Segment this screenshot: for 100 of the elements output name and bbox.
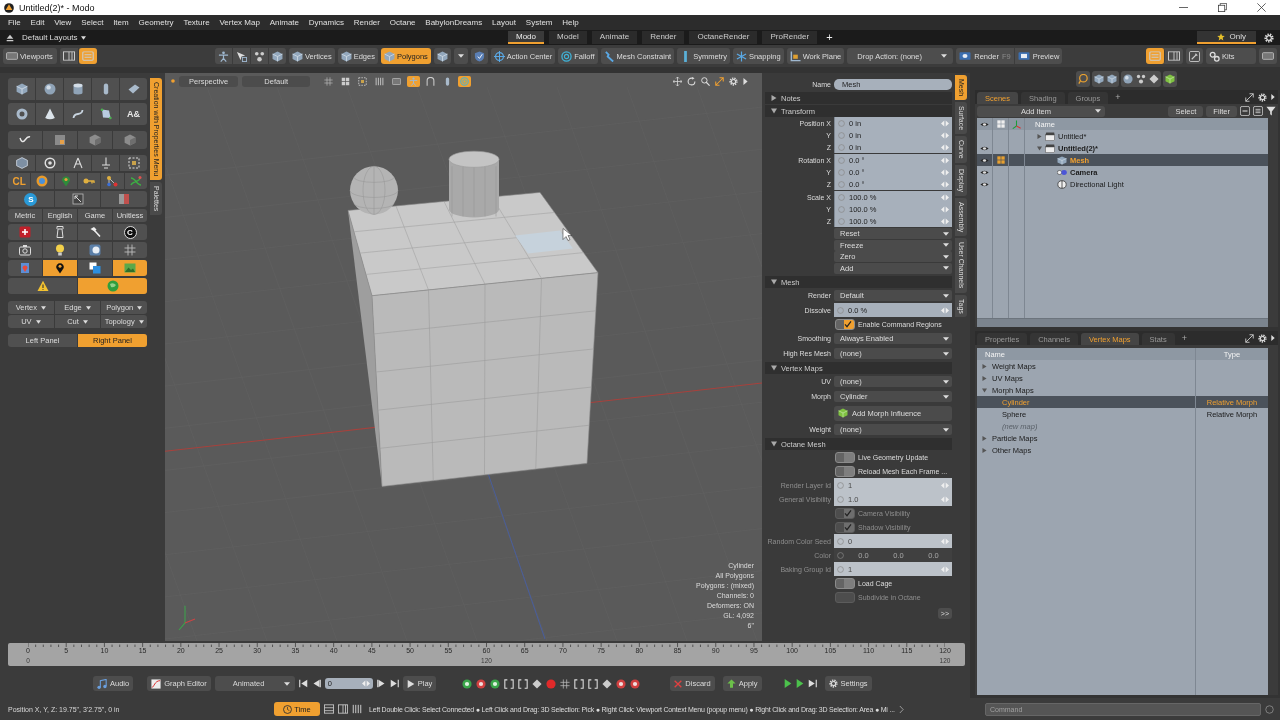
tool-toggle[interactable] [78,278,147,294]
settings-icon[interactable] [1258,92,1267,102]
layout-tab[interactable]: Model [549,31,587,44]
key-disc-icon[interactable] [476,678,487,689]
diagonal-arrows-icon[interactable] [1245,333,1254,343]
panes-icon[interactable] [324,704,334,714]
diamond-icon[interactable] [532,678,543,689]
restore-icon[interactable] [1218,3,1227,12]
panel-toggle[interactable] [1146,48,1165,64]
layout-tab[interactable]: Render [642,31,685,44]
menu-item[interactable]: Vertex Map [214,15,265,30]
checkbox[interactable] [835,451,855,463]
toolbar-button[interactable] [1121,71,1161,87]
layouts-menu[interactable]: Default Layouts [22,33,86,42]
tool-button[interactable] [433,48,451,64]
triangle-right-icon[interactable] [1271,94,1275,100]
diamond-icon[interactable] [602,678,613,689]
view-toggle[interactable] [458,75,472,87]
layout-tab[interactable]: ProRender [762,31,818,44]
menu-item[interactable]: View [49,15,77,30]
layout-toggle[interactable] [60,48,79,64]
skip-end-icon[interactable] [807,679,817,688]
menu-item[interactable]: Render [348,15,385,30]
view-toggle[interactable] [424,75,438,87]
grid-icon[interactable] [560,678,571,689]
brackets-icon[interactable] [518,678,529,689]
tool-button[interactable] [1259,48,1277,64]
menu-item[interactable]: Layout [487,15,521,30]
layout-tab[interactable]: Animate [591,31,638,44]
layout-toggle[interactable] [79,48,97,64]
checkbox[interactable] [835,465,855,477]
toolbar-button[interactable] [1163,71,1177,87]
menu-item[interactable]: Animate [264,15,304,30]
caret-down-icon[interactable] [982,387,987,393]
tool-button[interactable]: CL [8,173,32,189]
step-back-icon[interactable] [311,679,321,688]
tool-toggle[interactable] [43,260,78,276]
view-toggle[interactable] [322,75,336,87]
view-toggle[interactable] [407,75,421,87]
brackets-icon[interactable] [574,678,585,689]
layout-tab[interactable]: Modo [508,31,544,44]
add-tab-button[interactable]: + [822,32,837,43]
brackets-icon[interactable] [588,678,599,689]
dropdown-button[interactable] [453,48,468,64]
caret-right-icon[interactable] [982,435,987,441]
add-tab-button[interactable]: + [1111,91,1125,103]
tool-button[interactable]: A& [120,103,147,125]
toolbar-button[interactable] [1092,71,1119,87]
checkbox[interactable] [835,318,855,330]
triangle-right-icon[interactable] [1271,335,1275,341]
vertical-lines-icon[interactable] [352,704,362,714]
caret-right-icon[interactable] [1037,133,1042,139]
caret-right-icon[interactable] [982,363,987,369]
view-toggle[interactable] [356,75,370,87]
toolbar-button[interactable] [1076,71,1090,87]
tool-button[interactable] [1186,48,1203,64]
minus-box-icon[interactable] [1240,106,1250,116]
rotate-icon[interactable] [687,76,696,86]
brackets-icon[interactable] [504,678,515,689]
caret-right-icon[interactable] [982,375,987,381]
diagonal-arrows-icon[interactable] [1245,92,1254,102]
step-forward-icon[interactable] [376,679,386,688]
menu-item[interactable]: Geometry [133,15,179,30]
tool-toggle[interactable] [113,260,147,276]
menu-item[interactable]: Edit [25,15,50,30]
view-toggle[interactable] [390,75,404,87]
key-disc-icon[interactable] [630,678,641,689]
checkbox[interactable] [835,577,855,589]
layout-tab[interactable]: OctaneRender [689,31,758,44]
menu-item[interactable]: BabylonDreams [420,15,488,30]
eject-icon[interactable] [6,33,14,42]
panel-toggle[interactable] [1165,48,1183,64]
favorites-filter-button[interactable]: Only [1196,31,1256,44]
settings-icon[interactable] [1264,32,1274,43]
search-icon[interactable] [701,76,710,86]
chevron-right-icon[interactable] [898,705,904,713]
move-icon[interactable] [673,76,682,86]
menu-item[interactable]: Octane [384,15,421,30]
funnel-icon[interactable] [1266,106,1276,116]
tool-button[interactable] [470,48,488,64]
view-toggle[interactable] [373,75,387,87]
close-icon[interactable] [1257,3,1266,12]
menu-item[interactable]: Item [108,15,134,30]
columns-icon[interactable] [338,704,348,714]
menu-item[interactable]: File [3,15,26,30]
key-disc-icon[interactable] [490,678,501,689]
menu-item[interactable]: Select [76,15,109,30]
horizontal-scrollbar[interactable] [977,318,1268,327]
menu-item[interactable]: Texture [178,15,215,30]
key-disc-icon[interactable] [462,678,473,689]
menu-item[interactable]: System [520,15,558,30]
menu-item[interactable]: Help [557,15,584,30]
menu-item[interactable]: Dynamics [303,15,349,30]
list-icon[interactable] [1253,106,1263,116]
caret-down-icon[interactable] [1037,145,1042,151]
settings-icon[interactable] [1258,333,1267,343]
caret-right-icon[interactable] [982,447,987,453]
circle-icon[interactable] [1265,704,1274,714]
add-tab-button[interactable]: + [1177,332,1191,344]
skip-start-icon[interactable] [298,679,308,688]
